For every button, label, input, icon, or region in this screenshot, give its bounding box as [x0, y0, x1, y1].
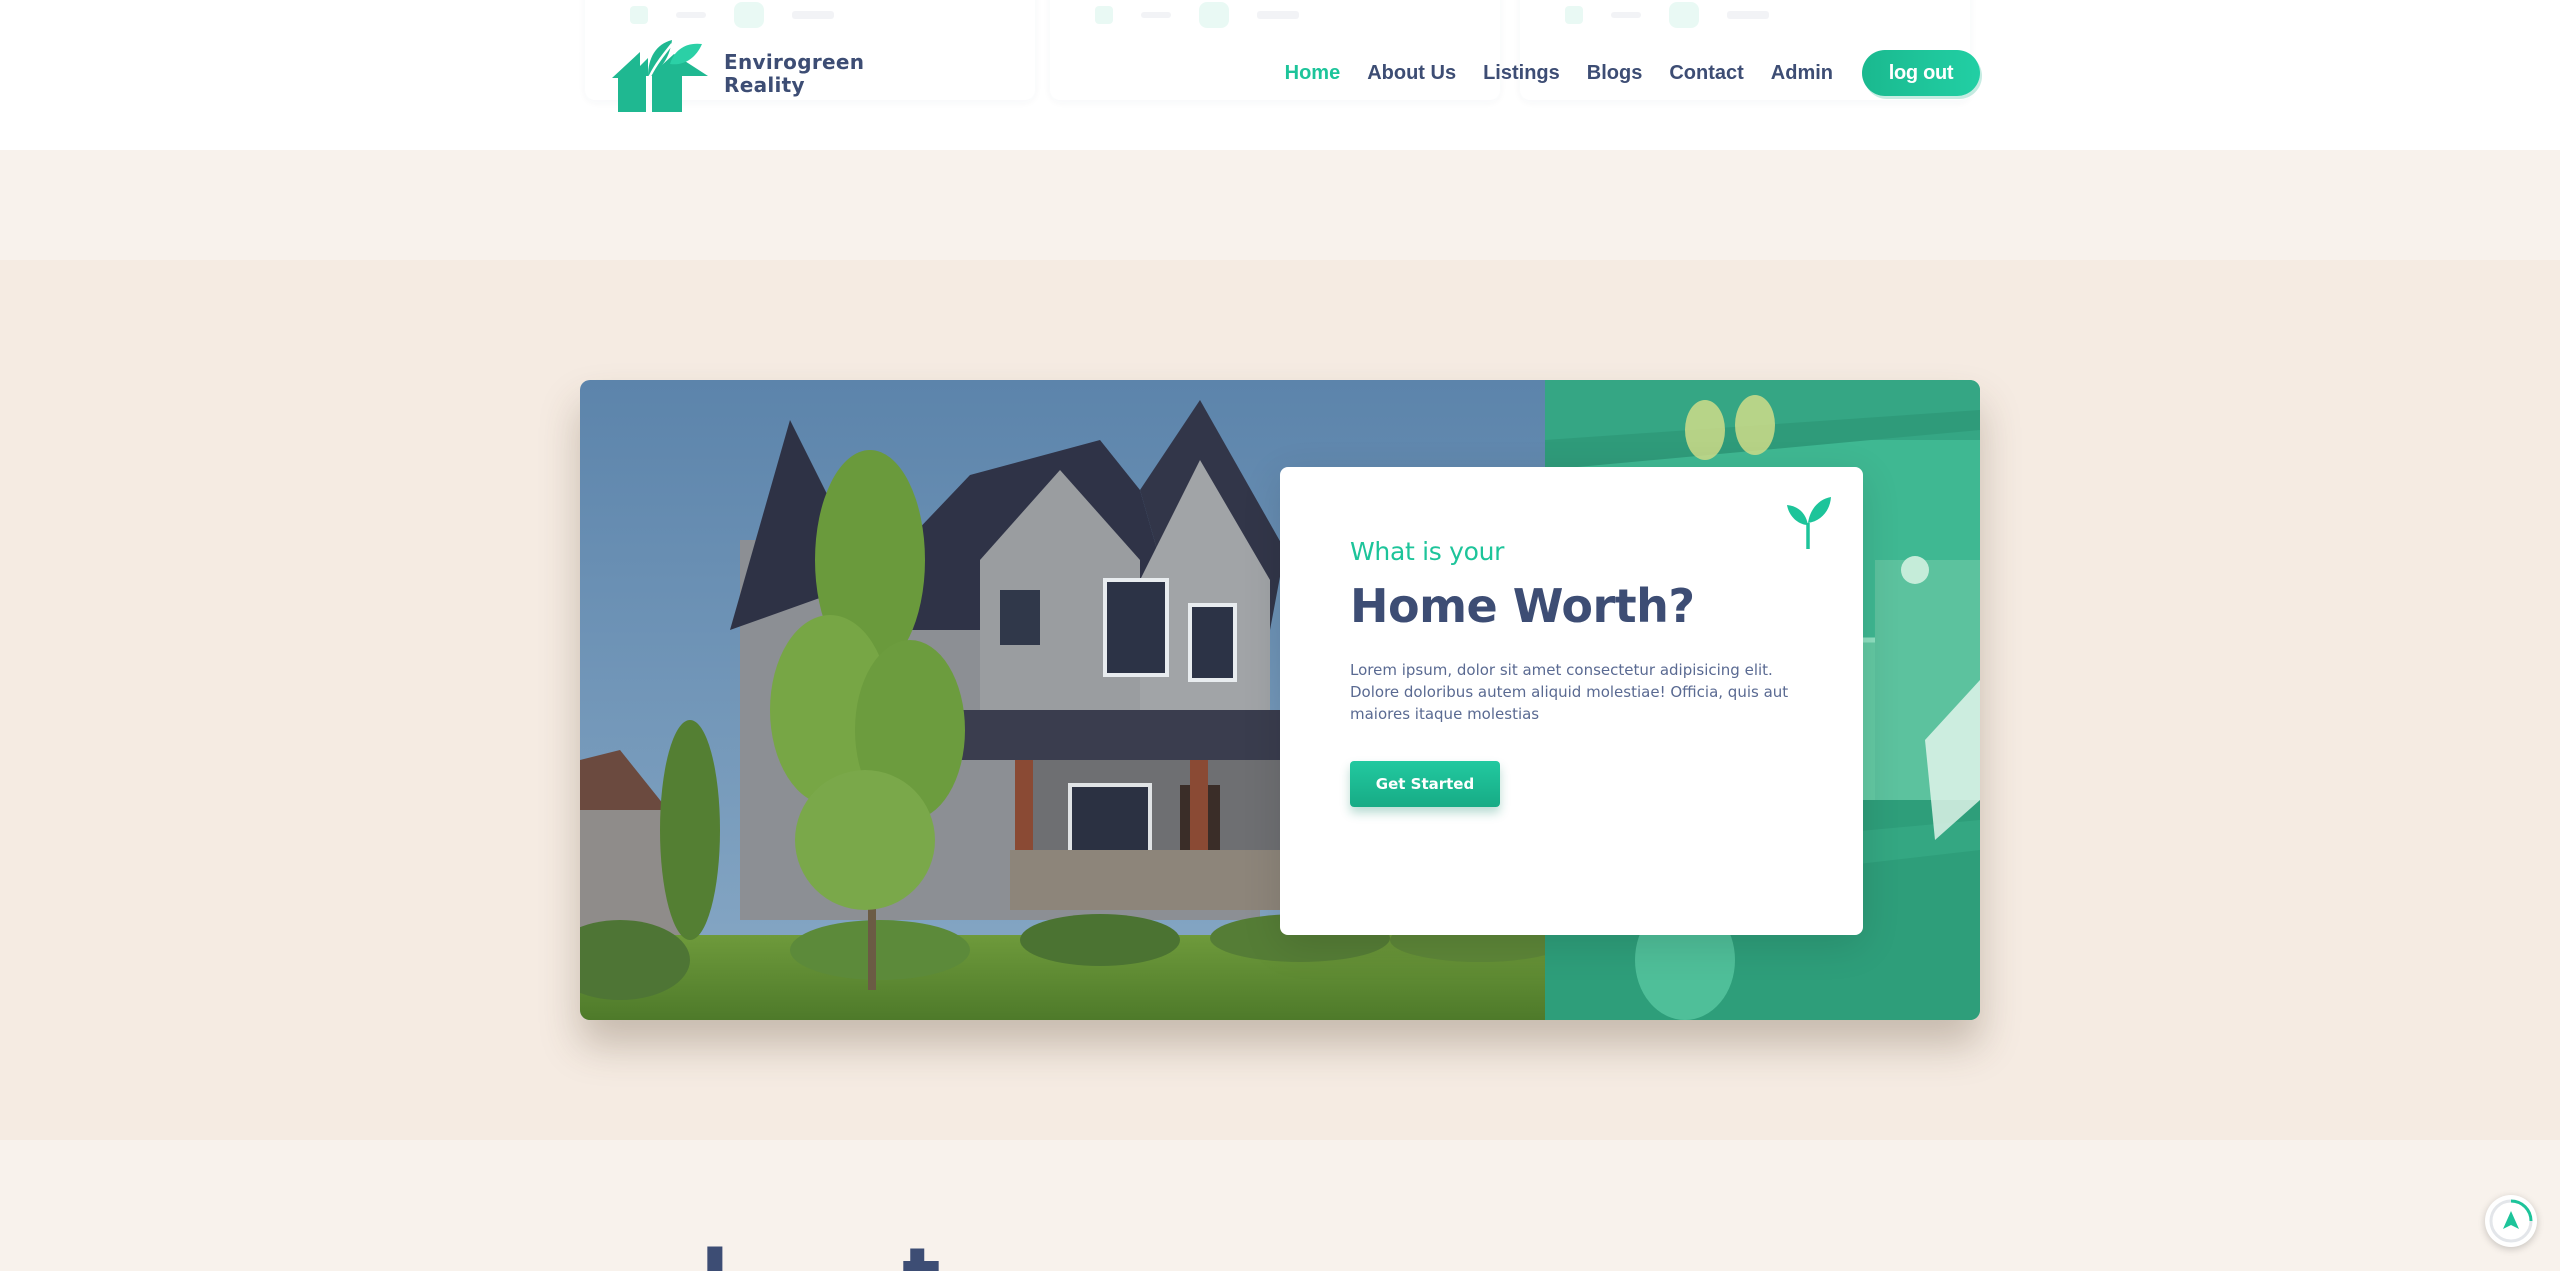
get-started-button[interactable]: Get Started	[1350, 761, 1500, 807]
home-worth-card: What is your Home Worth? Lorem ipsum, do…	[1280, 467, 1863, 935]
home-worth-description: Lorem ipsum, dolor sit amet consectetur …	[1350, 661, 1789, 723]
brand-logo[interactable]: Envirogreen Reality	[610, 36, 864, 112]
nav-listings[interactable]: Listings	[1483, 62, 1560, 85]
brand-name-line1: Envirogreen	[724, 50, 865, 74]
section-divider-top	[0, 150, 2560, 260]
arrow-up-icon	[2489, 1199, 2533, 1243]
home-worth-eyebrow: What is your	[1350, 537, 1505, 566]
home-worth-title: Home Worth?	[1350, 579, 1695, 633]
nav-admin[interactable]: Admin	[1771, 62, 1833, 85]
scroll-top-button[interactable]	[2485, 1195, 2537, 1247]
nav-home[interactable]: Home	[1285, 62, 1341, 85]
main-nav: Home About Us Listings Blogs Contact Adm…	[1258, 50, 1980, 96]
nav-blogs[interactable]: Blogs	[1587, 62, 1643, 85]
next-section	[0, 1140, 2560, 1271]
logout-button[interactable]: log out	[1862, 50, 1980, 96]
site-header: Envirogreen Reality Home About Us Listin…	[0, 0, 2560, 150]
sprout-icon	[1787, 497, 1831, 549]
next-section-heading: L t	[700, 1238, 942, 1271]
nav-about[interactable]: About Us	[1367, 62, 1456, 85]
brand-name-line2: Reality	[724, 73, 805, 97]
brand-name: Envirogreen Reality	[724, 51, 864, 97]
house-leaf-icon	[612, 40, 708, 112]
nav-contact[interactable]: Contact	[1669, 62, 1743, 85]
